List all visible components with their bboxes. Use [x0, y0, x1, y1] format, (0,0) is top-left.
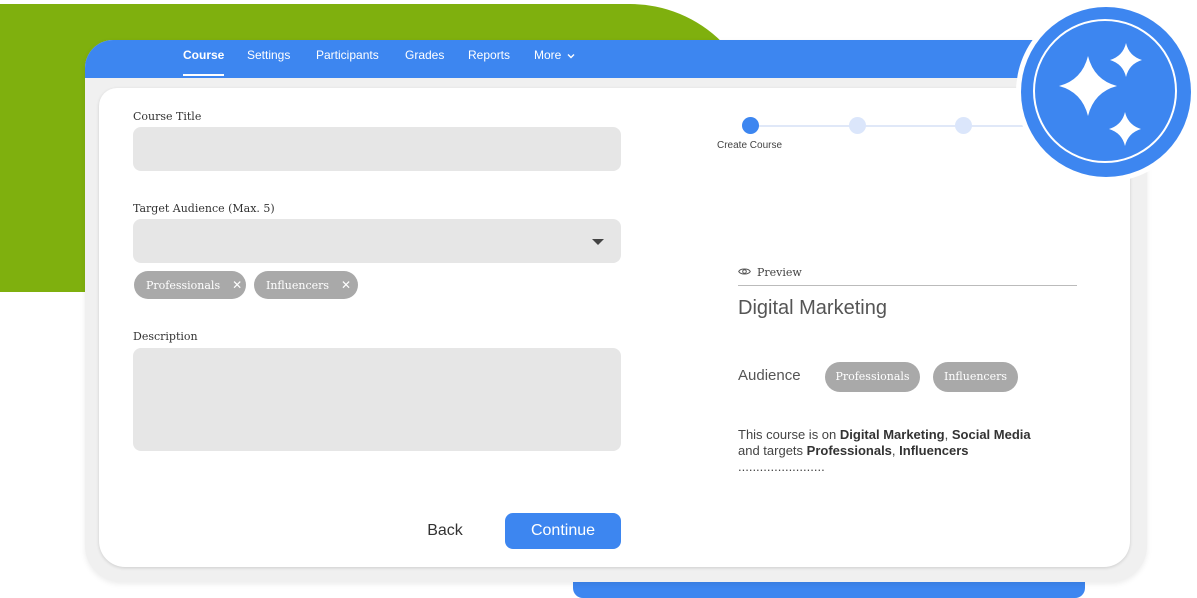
- sparkle-icon: [1059, 43, 1142, 146]
- nav-item-settings[interactable]: Settings: [247, 48, 290, 74]
- nav-item-participants[interactable]: Participants: [316, 48, 379, 74]
- desc-audience: Professionals: [806, 443, 892, 458]
- desc-audience: Influencers: [899, 443, 969, 458]
- desc-topic: Social Media: [951, 427, 1031, 442]
- chevron-down-icon[interactable]: [592, 239, 604, 245]
- nav-item-grades[interactable]: Grades: [405, 48, 444, 74]
- chip-label: Influencers: [266, 278, 330, 292]
- eye-icon: [738, 268, 751, 275]
- desc-ellipsis: ........................: [738, 459, 825, 474]
- nav-item-more[interactable]: More: [534, 48, 575, 74]
- course-title-label: Course Title: [133, 110, 202, 123]
- continue-button[interactable]: Continue: [505, 513, 621, 549]
- preview-audience-chip: Influencers: [933, 362, 1018, 392]
- step-dot[interactable]: [849, 117, 866, 134]
- step-label: Create Course: [717, 140, 783, 151]
- preview-title: Digital Marketing: [738, 297, 887, 319]
- desc-topic: Digital Marketing: [839, 427, 945, 442]
- preview-audience-chip: Professionals: [825, 362, 920, 392]
- preview-label: Preview: [757, 266, 802, 279]
- nav-item-course[interactable]: Course: [183, 48, 225, 76]
- chip-label: Professionals: [146, 278, 221, 292]
- nav-item-reports[interactable]: Reports: [468, 48, 510, 74]
- audience-chip: Professionals ✕: [134, 271, 246, 299]
- step-dot-active[interactable]: [742, 117, 759, 134]
- chevron-down-icon: [567, 53, 575, 59]
- desc-separator: ,: [944, 427, 952, 442]
- desc-middle: and targets: [738, 443, 807, 458]
- preview-description: This course is on Digital Marketing, Soc…: [738, 427, 1038, 475]
- back-button[interactable]: Back: [420, 518, 470, 544]
- target-audience-label: Target Audience (Max. 5): [133, 202, 275, 215]
- description-textarea[interactable]: [133, 348, 621, 451]
- close-icon[interactable]: ✕: [341, 278, 351, 292]
- step-dot[interactable]: [955, 117, 972, 134]
- course-title-input[interactable]: [133, 127, 621, 171]
- nav-item-more-label: More: [534, 48, 562, 62]
- desc-prefix: This course is on: [738, 427, 840, 442]
- preview-audience-label: Audience: [738, 367, 801, 384]
- top-nav: Course Settings Participants Grades Repo…: [85, 40, 1085, 78]
- audience-chip: Influencers ✕: [254, 271, 358, 299]
- divider: [738, 285, 1077, 286]
- stepper-track: [758, 125, 1028, 127]
- target-audience-select[interactable]: [133, 219, 621, 263]
- close-icon[interactable]: ✕: [232, 278, 242, 292]
- description-label: Description: [133, 330, 198, 343]
